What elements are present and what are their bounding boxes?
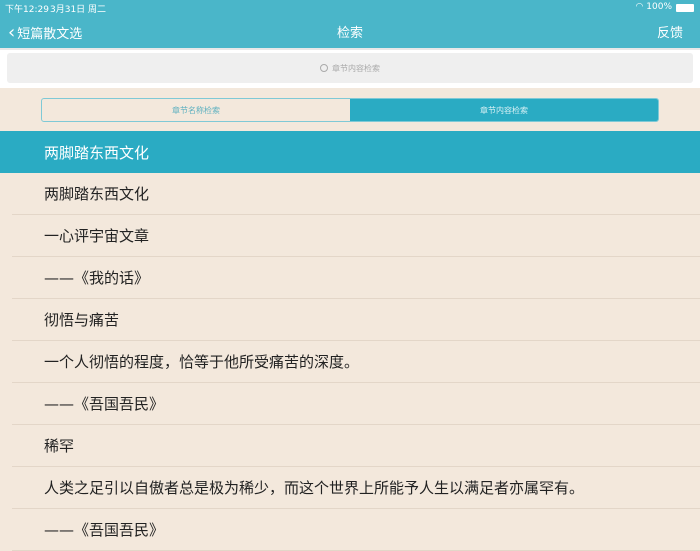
tab-chapter-content[interactable]: 章节内容检索 <box>350 99 658 121</box>
tab-chapter-name[interactable]: 章节名称检索 <box>42 99 350 121</box>
list-item[interactable]: 彻悟与痛苦 <box>12 299 700 341</box>
battery-icon <box>676 4 694 12</box>
search-placeholder: 章节内容检索 <box>332 63 380 73</box>
chevron-left-icon: ‹ <box>8 22 16 43</box>
search-bar: 章节内容检索 <box>0 48 700 88</box>
list-item[interactable]: 一心评宇宙文章 <box>12 215 700 257</box>
search-icon <box>320 64 328 72</box>
list-item[interactable]: 稀罕 <box>12 425 700 467</box>
back-label: 短篇散文选 <box>17 27 83 42</box>
search-mode-segmented-control: 章节名称检索 章节内容检索 <box>41 98 659 122</box>
list-item[interactable]: ——《吾国吾民》 <box>12 509 700 551</box>
list-item[interactable]: 两脚踏东西文化 <box>0 131 700 173</box>
results-list: 两脚踏东西文化 两脚踏东西文化 一心评宇宙文章 ——《我的话》 彻悟与痛苦 一个… <box>0 131 700 551</box>
status-battery: ◠ 100% <box>635 2 672 12</box>
status-time: 下午12:29 <box>5 5 49 15</box>
list-item[interactable]: 一个人彻悟的程度，恰等于他所受痛苦的深度。 <box>12 341 700 383</box>
list-item[interactable]: ——《我的话》 <box>12 257 700 299</box>
page-title: 检索 <box>336 26 363 41</box>
feedback-button[interactable]: 反馈 <box>657 22 683 41</box>
status-date: 3月31日 周二 <box>50 5 107 15</box>
search-input[interactable]: 章节内容检索 <box>7 53 693 83</box>
list-item[interactable]: ——《吾国吾民》 <box>12 383 700 425</box>
header: 下午12:29 3月31日 周二 ◠ 100% 检索 ‹ 短篇散文选 反馈 <box>0 0 700 48</box>
list-item[interactable]: 两脚踏东西文化 <box>12 173 700 215</box>
list-item[interactable]: 人类之足引以自傲者总是极为稀少，而这个世界上所能予人生以满足者亦属罕有。 <box>12 467 700 509</box>
back-button[interactable]: ‹ 短篇散文选 <box>8 22 82 43</box>
wifi-icon: ◠ <box>635 2 647 12</box>
